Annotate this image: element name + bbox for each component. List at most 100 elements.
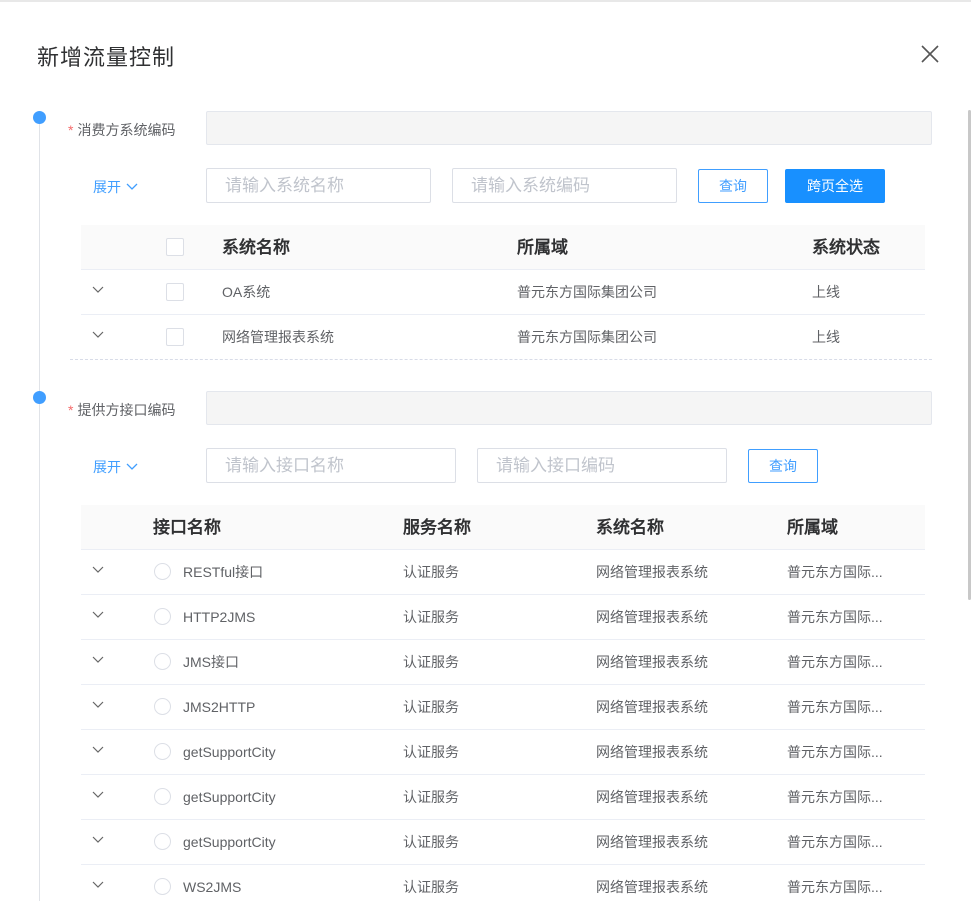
table-row[interactable]: HTTP2JMS 认证服务 网络管理报表系统 普元东方国际... [81, 595, 925, 640]
row-radio[interactable] [154, 563, 171, 580]
domain-cell: 普元东方国际... [787, 609, 883, 625]
provider-interface-code-label: * 提供方接口编码 [68, 400, 175, 420]
row-radio[interactable] [154, 743, 171, 760]
col-service-name: 服务名称 [403, 518, 471, 537]
chevron-down-icon[interactable] [91, 833, 105, 847]
chevron-down-icon[interactable] [91, 788, 105, 802]
chevron-down-icon[interactable] [91, 743, 105, 757]
table-row[interactable]: getSupportCity 认证服务 网络管理报表系统 普元东方国际... [81, 775, 925, 820]
select-all-checkbox[interactable] [166, 238, 184, 256]
table-row[interactable]: JMS接口 认证服务 网络管理报表系统 普元东方国际... [81, 640, 925, 685]
close-icon[interactable] [919, 43, 941, 65]
domain-cell: 普元东方国际... [787, 879, 883, 895]
domain-cell: 普元东方国际... [787, 564, 883, 580]
consumer-expand-toggle[interactable]: 展开 [93, 177, 138, 197]
consumer-query-button[interactable]: 查询 [698, 169, 768, 203]
system-name-cell: 网络管理报表系统 [596, 609, 708, 625]
row-checkbox[interactable] [166, 283, 184, 301]
provider-expand-toggle[interactable]: 展开 [93, 457, 138, 477]
chevron-down-icon [126, 463, 138, 470]
modal-title: 新增流量控制 [37, 45, 176, 70]
row-radio[interactable] [154, 833, 171, 850]
chevron-down-icon[interactable] [91, 608, 105, 622]
consumer-label-text: 消费方系统编码 [77, 122, 176, 138]
col-domain: 所属域 [787, 518, 838, 537]
table-row[interactable]: getSupportCity 认证服务 网络管理报表系统 普元东方国际... [81, 820, 925, 865]
row-radio[interactable] [154, 878, 171, 895]
section-divider [70, 359, 932, 360]
domain-cell: 普元东方国际... [787, 834, 883, 850]
domain-cell: 普元东方国际... [787, 744, 883, 760]
provider-interface-code-field[interactable] [206, 391, 932, 425]
col-system-status: 系统状态 [812, 238, 880, 257]
system-name-cell: 网络管理报表系统 [222, 329, 334, 345]
table-row[interactable]: WS2JMS 认证服务 网络管理报表系统 普元东方国际... [81, 865, 925, 901]
table-header: 系统名称 所属域 系统状态 [81, 225, 925, 270]
system-name-search-input[interactable] [206, 168, 431, 203]
interface-name-cell: getSupportCity [183, 834, 276, 850]
service-name-cell: 认证服务 [403, 879, 459, 895]
system-name-cell: 网络管理报表系统 [596, 564, 708, 580]
chevron-down-icon[interactable] [91, 283, 105, 297]
table-row[interactable]: JMS2HTTP 认证服务 网络管理报表系统 普元东方国际... [81, 685, 925, 730]
service-name-cell: 认证服务 [403, 744, 459, 760]
row-radio[interactable] [154, 608, 171, 625]
expand-label: 展开 [93, 179, 121, 195]
provider-rows: RESTful接口 认证服务 网络管理报表系统 普元东方国际... HTTP2JMS 认证… [81, 550, 925, 901]
row-radio[interactable] [154, 698, 171, 715]
table-row[interactable]: OA系统 普元东方国际集团公司 上线 [81, 270, 925, 315]
system-name-cell: 网络管理报表系统 [596, 879, 708, 895]
interface-name-cell: WS2JMS [183, 879, 242, 895]
row-radio[interactable] [154, 788, 171, 805]
chevron-down-icon[interactable] [91, 653, 105, 667]
row-checkbox[interactable] [166, 328, 184, 346]
required-mark: * [68, 402, 74, 418]
system-name-cell: 网络管理报表系统 [596, 699, 708, 715]
service-name-cell: 认证服务 [403, 789, 459, 805]
col-system-name: 系统名称 [596, 518, 664, 537]
col-interface-name: 接口名称 [153, 518, 221, 537]
provider-interface-table: 接口名称 服务名称 系统名称 所属域 RESTful接口 认证服务 网络管理报表系统… [81, 505, 925, 901]
chevron-down-icon[interactable] [91, 698, 105, 712]
consumer-system-code-field[interactable] [206, 111, 932, 145]
required-mark: * [68, 122, 74, 138]
table-row[interactable]: RESTful接口 认证服务 网络管理报表系统 普元东方国际... [81, 550, 925, 595]
provider-label-text: 提供方接口编码 [77, 402, 176, 418]
status-cell: 上线 [812, 284, 840, 300]
interface-name-cell: HTTP2JMS [183, 609, 256, 625]
interface-code-search-input[interactable] [477, 448, 727, 483]
service-name-cell: 认证服务 [403, 699, 459, 715]
provider-query-button[interactable]: 查询 [748, 449, 818, 483]
col-domain: 所属域 [517, 238, 568, 257]
interface-name-cell: JMS接口 [183, 654, 239, 670]
interface-name-cell: JMS2HTTP [183, 699, 256, 715]
service-name-cell: 认证服务 [403, 654, 459, 670]
col-system-name: 系统名称 [222, 238, 290, 257]
interface-name-cell: getSupportCity [183, 744, 276, 760]
domain-cell: 普元东方国际... [787, 699, 883, 715]
row-radio[interactable] [154, 653, 171, 670]
system-name-cell: OA系统 [222, 284, 271, 300]
chevron-down-icon[interactable] [91, 878, 105, 892]
timeline-line [39, 118, 40, 901]
interface-name-cell: getSupportCity [183, 789, 276, 805]
chevron-down-icon[interactable] [91, 563, 105, 577]
chevron-down-icon [126, 183, 138, 190]
expand-label: 展开 [93, 459, 121, 475]
top-border [0, 0, 971, 2]
system-code-search-input[interactable] [452, 168, 677, 203]
domain-cell: 普元东方国际集团公司 [517, 329, 657, 345]
service-name-cell: 认证服务 [403, 564, 459, 580]
domain-cell: 普元东方国际集团公司 [517, 284, 657, 300]
interface-name-search-input[interactable] [206, 448, 456, 483]
chevron-down-icon[interactable] [91, 328, 105, 342]
system-name-cell: 网络管理报表系统 [596, 789, 708, 805]
interface-name-cell: RESTful接口 [183, 564, 264, 580]
status-cell: 上线 [812, 329, 840, 345]
table-row[interactable]: 网络管理报表系统 普元东方国际集团公司 上线 [81, 315, 925, 360]
timeline-dot-consumer [33, 111, 46, 124]
table-row[interactable]: getSupportCity 认证服务 网络管理报表系统 普元东方国际... [81, 730, 925, 775]
select-all-pages-button[interactable]: 跨页全选 [785, 169, 885, 203]
system-name-cell: 网络管理报表系统 [596, 744, 708, 760]
system-name-cell: 网络管理报表系统 [596, 654, 708, 670]
